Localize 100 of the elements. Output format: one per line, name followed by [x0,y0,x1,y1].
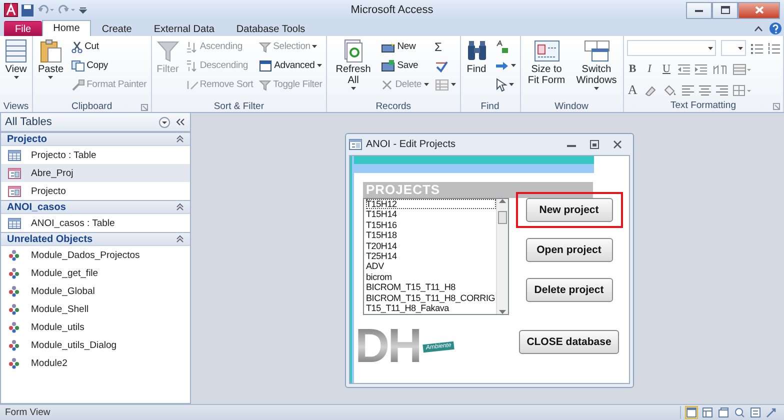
group-header[interactable]: ANOI_casos [1,200,190,214]
ribbon-button[interactable]: New [380,38,430,55]
view-button[interactable] [717,406,730,419]
collapse-ribbon-icon[interactable] [754,24,763,32]
format-button[interactable]: B [626,63,639,75]
view-button[interactable] [701,406,714,419]
view-button[interactable] [733,406,746,419]
navigation-item[interactable]: Module_Shell [1,300,190,318]
list-item[interactable]: ADV [366,261,496,272]
group-label: Find [480,100,500,112]
navigation-item[interactable]: Module_get_file [1,264,190,282]
list-item[interactable]: bicrom [366,272,496,282]
ribbon-tab[interactable]: Home [42,20,91,36]
ribbon-button[interactable]: Paste [36,38,66,80]
save-icon[interactable] [21,4,34,16]
list-item[interactable]: T15H18 [366,230,496,241]
navigation-item[interactable]: Projecto [1,182,190,200]
navigation-item[interactable]: Abre_Proj [1,164,190,182]
x-icon [381,78,394,90]
list-item[interactable]: BICROM_T15_T11_H8_CORRIG [366,292,496,304]
indent-decrease-icon[interactable] [678,64,690,74]
group-label: Window [554,100,588,112]
dialog-button[interactable]: CLOSE database [519,330,619,354]
align-right-icon[interactable] [716,84,728,96]
fill-color-icon[interactable] [662,84,677,96]
dialog-button[interactable]: New project [526,198,612,222]
view-button[interactable] [685,406,698,419]
window-title: Microsoft Access [350,4,434,16]
ribbon-button[interactable]: Refresh All [330,38,376,91]
ribbon-button[interactable]: Cut [70,38,148,55]
shutter-icon[interactable] [176,118,186,126]
font-color-button[interactable]: A [626,82,639,98]
ribbon-button[interactable]: Save [380,57,430,74]
sum-button[interactable]: Σ [434,38,457,55]
list-item[interactable]: T15_T11_H8_Fakava [366,303,496,314]
ribbon-button[interactable]: Find [464,38,490,76]
ribbon-tab[interactable]: Create [90,21,143,36]
dialog-launcher-icon[interactable] [773,103,780,110]
ribbon-tab[interactable]: Database Tools [225,21,316,36]
module-icon [8,303,21,315]
minimize-button[interactable] [686,2,712,18]
pointer-button[interactable] [494,76,517,93]
scrollbar[interactable] [496,199,508,314]
align-left-icon[interactable] [682,84,694,96]
navigation-item[interactable]: Module_Dados_Projectos [1,246,190,264]
navigation-item[interactable]: Module_Global [1,282,190,300]
close-icon[interactable] [613,140,622,149]
restore-icon[interactable] [590,140,599,149]
ribbon-tab[interactable]: File [4,21,42,36]
list-item[interactable]: T15H12 [366,199,496,210]
maximize-button[interactable] [712,2,738,18]
navigation-item[interactable]: Module2 [1,354,190,372]
font-field[interactable] [626,40,716,56]
customize-icon[interactable] [79,5,87,15]
group-header[interactable]: Projecto [1,132,190,146]
format-button[interactable]: U [660,63,673,75]
indent-increase-icon[interactable] [694,64,707,74]
list-item[interactable]: T20H14 [366,240,496,252]
scroll-down-icon[interactable] [499,310,506,314]
ribbon-tab[interactable]: External Data [142,21,226,36]
navigation-item[interactable]: Module_utils [1,318,190,336]
replace-icon [494,40,509,54]
ribbon-button[interactable]: Advanced [258,57,324,74]
view-button[interactable] [749,406,762,419]
gridlines-icon[interactable] [732,64,751,74]
font-size-field[interactable] [720,40,746,56]
project-list[interactable]: T15H12 T15H14 T15H16 T15H18 T20H14 T25H14 ADV bicrom BICROM_T15_T11_H8 BICROM_T15_T11_H8_CORRIG T15_T11_H8_Fakava [363,198,509,315]
numbering-icon[interactable] [768,42,780,54]
view-button[interactable] [765,406,778,419]
pointer-icon [494,78,507,92]
ribbon-button[interactable]: View [3,38,29,80]
list-item[interactable]: T15H16 [366,220,496,230]
ribbon-button[interactable]: Switch Windows [574,38,620,91]
help-icon[interactable] [769,22,782,34]
ribbon-button[interactable]: Copy [70,57,148,74]
paragraph-icon[interactable] [712,64,728,74]
format-button[interactable]: I [644,63,656,75]
dialog-button[interactable]: Open project [526,238,612,262]
close-button[interactable] [738,2,780,18]
align-center-icon[interactable] [698,84,711,96]
minimize-icon[interactable] [695,7,703,13]
sort-descending-icon [186,60,198,72]
dialog-button[interactable]: Delete project [526,278,612,302]
ribbon-button[interactable]: Size to Fit Form [524,38,570,87]
group-header[interactable]: Unrelated Objects [1,232,190,246]
list-item[interactable]: BICROM_T15_T11_H8 [366,282,496,293]
border-icon[interactable] [732,84,751,96]
maximize-icon[interactable] [720,6,730,14]
dropdown-icon[interactable] [159,116,170,128]
list-item[interactable]: T25H14 [366,251,496,262]
scroll-thumb[interactable] [498,211,507,224]
app-icon[interactable] [4,3,18,17]
dialog-launcher-icon[interactable] [140,104,148,111]
navigation-item[interactable]: Module_utils_Dialog [1,336,190,354]
navigation-item[interactable]: Projecto : Table [1,146,190,164]
highlight-icon[interactable] [644,84,658,96]
copy-icon [70,60,85,72]
list-item[interactable]: T15H14 [366,209,496,220]
navigation-item[interactable]: ANOI_casos : Table [1,214,190,232]
bullets-icon[interactable] [751,42,763,54]
